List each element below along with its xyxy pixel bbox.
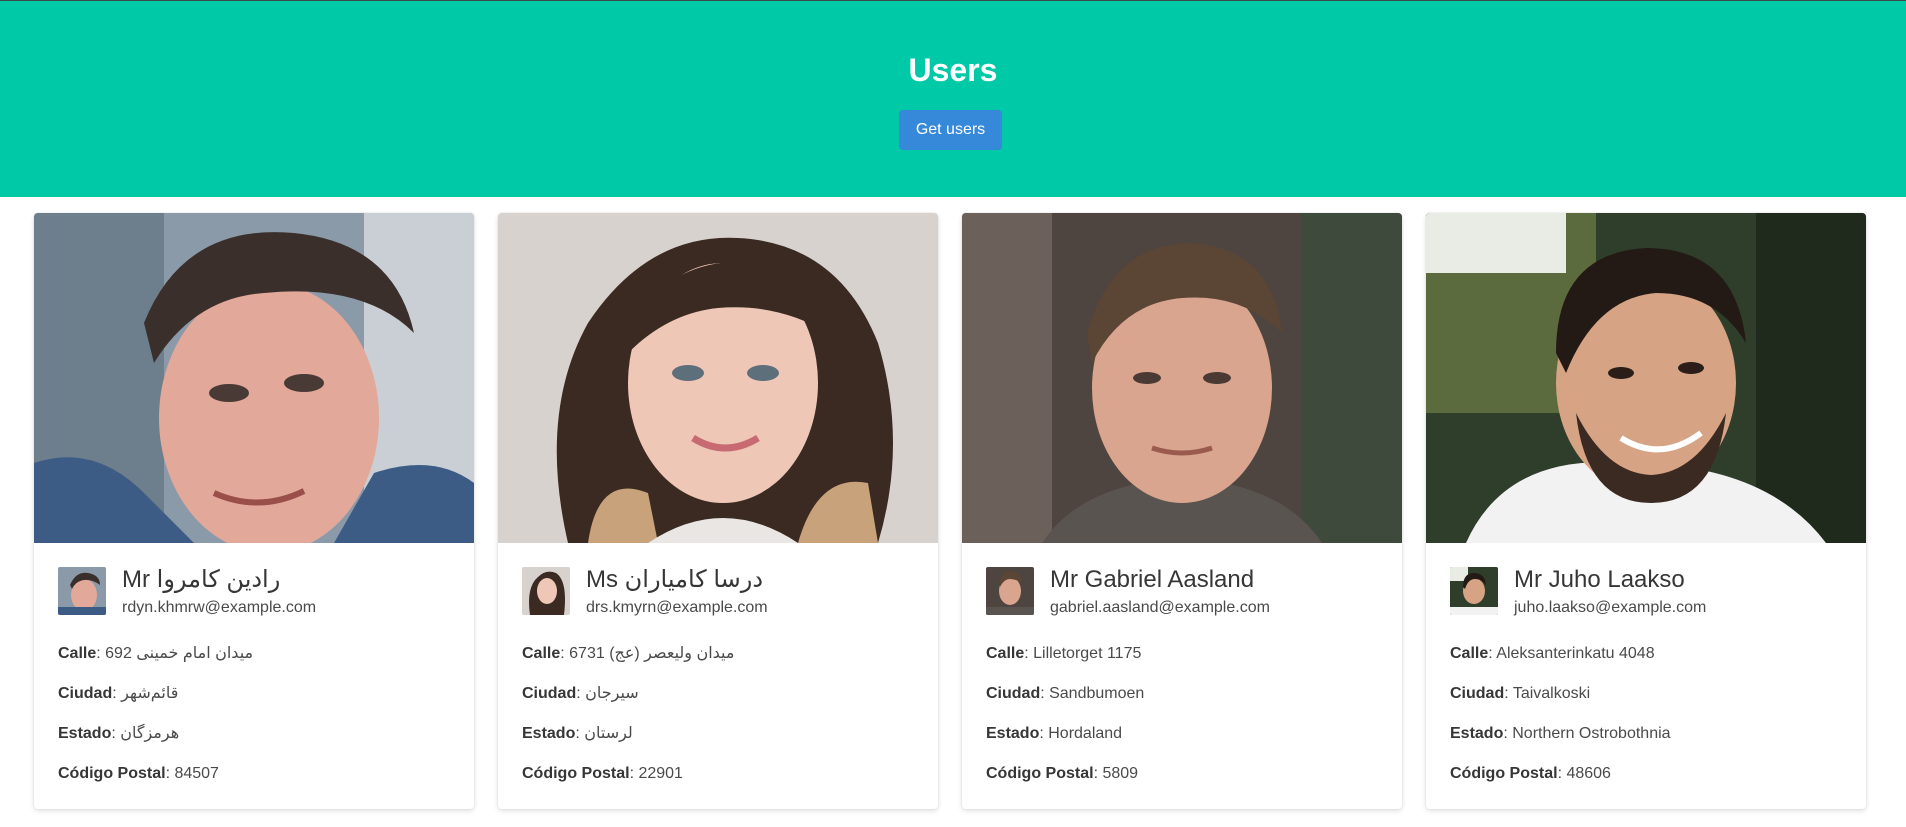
label-separator: : bbox=[575, 725, 585, 742]
user-avatar bbox=[58, 567, 106, 615]
user-photo bbox=[34, 213, 474, 543]
city-label: Ciudad bbox=[986, 685, 1041, 702]
city-value: قائم‌شهر bbox=[121, 685, 179, 702]
user-card: Mr Juho Laakso juho.laakso@example.com C… bbox=[1426, 213, 1866, 809]
user-email: drs.kmyrn@example.com bbox=[586, 599, 768, 616]
state-value: لرستان bbox=[584, 725, 633, 742]
label-separator: : bbox=[1039, 725, 1049, 742]
user-card: Mr Gabriel Aasland gabriel.aasland@examp… bbox=[962, 213, 1402, 809]
postal-code-field: Código Postal: 84507 bbox=[58, 763, 458, 785]
city-value: Sandbumoen bbox=[1049, 685, 1145, 702]
city-value: سیرجان bbox=[585, 685, 639, 702]
city-field: Ciudad: Taivalkoski bbox=[1450, 683, 1850, 705]
page-title: Users bbox=[908, 52, 998, 88]
state-value: هرمزگان bbox=[120, 725, 180, 742]
state-label: Estado bbox=[58, 725, 112, 742]
state-field: Estado: Hordaland bbox=[986, 723, 1386, 745]
label-separator: : bbox=[112, 685, 122, 702]
state-label: Estado bbox=[986, 725, 1040, 742]
label-separator: : bbox=[1040, 685, 1050, 702]
user-card: Mr رادین کامروا rdyn.khmrw@example.com C… bbox=[34, 213, 474, 809]
street-value: Aleksanterinkatu 4048 bbox=[1496, 645, 1655, 662]
user-avatar bbox=[522, 567, 570, 615]
city-label: Ciudad bbox=[58, 685, 113, 702]
street-field: Calle: Aleksanterinkatu 4048 bbox=[1450, 643, 1850, 665]
label-separator: : bbox=[1504, 685, 1513, 702]
postal-code-label: Código Postal bbox=[522, 765, 630, 782]
postal-code-label: Código Postal bbox=[1450, 765, 1558, 782]
user-name: Ms درسا کامیاران bbox=[586, 566, 764, 593]
label-separator: : bbox=[1503, 725, 1513, 742]
user-avatar bbox=[986, 567, 1034, 615]
street-value: Lilletorget 1175 bbox=[1033, 645, 1142, 662]
state-label: Estado bbox=[522, 725, 576, 742]
label-separator: : bbox=[96, 645, 106, 662]
postal-code-value: 48606 bbox=[1566, 765, 1611, 782]
user-photo bbox=[498, 213, 938, 543]
user-email: rdyn.khmrw@example.com bbox=[122, 599, 317, 616]
user-email: gabriel.aasland@example.com bbox=[1050, 599, 1270, 616]
street-field: Calle: 692 میدان امام خمینی bbox=[58, 643, 458, 665]
state-value: Hordaland bbox=[1048, 725, 1123, 742]
state-label: Estado bbox=[1450, 725, 1504, 742]
postal-code-label: Código Postal bbox=[58, 765, 166, 782]
postal-code-value: 5809 bbox=[1102, 765, 1139, 782]
street-field: Calle: Lilletorget 1175 bbox=[986, 643, 1386, 665]
state-field: Estado: Northern Ostrobothnia bbox=[1450, 723, 1850, 745]
city-label: Ciudad bbox=[1450, 685, 1505, 702]
street-value: 6731 میدان ولیعصر (عج) bbox=[569, 645, 735, 662]
label-separator: : bbox=[576, 685, 586, 702]
postal-code-field: Código Postal: 5809 bbox=[986, 763, 1386, 785]
label-separator: : bbox=[560, 645, 570, 662]
user-photo bbox=[1426, 213, 1866, 543]
state-field: Estado: لرستان bbox=[522, 723, 922, 745]
postal-code-value: 84507 bbox=[174, 765, 219, 782]
city-label: Ciudad bbox=[522, 685, 577, 702]
street-label: Calle bbox=[522, 645, 561, 662]
user-name: Mr Gabriel Aasland bbox=[1050, 566, 1255, 593]
street-field: Calle: 6731 میدان ولیعصر (عج) bbox=[522, 643, 922, 665]
postal-code-field: Código Postal: 48606 bbox=[1450, 763, 1850, 785]
label-separator: : bbox=[1024, 645, 1034, 662]
get-users-button[interactable]: Get users bbox=[899, 110, 1002, 150]
street-label: Calle bbox=[986, 645, 1025, 662]
user-card: Ms درسا کامیاران drs.kmyrn@example.com C… bbox=[498, 213, 938, 809]
street-label: Calle bbox=[1450, 645, 1489, 662]
street-value: 692 میدان امام خمینی bbox=[105, 645, 254, 662]
city-field: Ciudad: قائم‌شهر bbox=[58, 683, 458, 705]
city-field: Ciudad: Sandbumoen bbox=[986, 683, 1386, 705]
user-email: juho.laakso@example.com bbox=[1514, 599, 1707, 616]
city-field: Ciudad: سیرجان bbox=[522, 683, 922, 705]
user-name: Mr Juho Laakso bbox=[1514, 566, 1685, 593]
state-field: Estado: هرمزگان bbox=[58, 723, 458, 745]
label-separator: : bbox=[111, 725, 121, 742]
user-name: Mr رادین کامروا bbox=[122, 566, 281, 593]
user-avatar bbox=[1450, 567, 1498, 615]
user-photo bbox=[962, 213, 1402, 543]
postal-code-label: Código Postal bbox=[986, 765, 1094, 782]
street-label: Calle bbox=[58, 645, 97, 662]
hero-banner: Users Get users bbox=[0, 0, 1906, 197]
postal-code-field: Código Postal: 22901 bbox=[522, 763, 922, 785]
city-value: Taivalkoski bbox=[1512, 685, 1591, 702]
state-value: Northern Ostrobothnia bbox=[1512, 725, 1671, 742]
postal-code-value: 22901 bbox=[638, 765, 683, 782]
